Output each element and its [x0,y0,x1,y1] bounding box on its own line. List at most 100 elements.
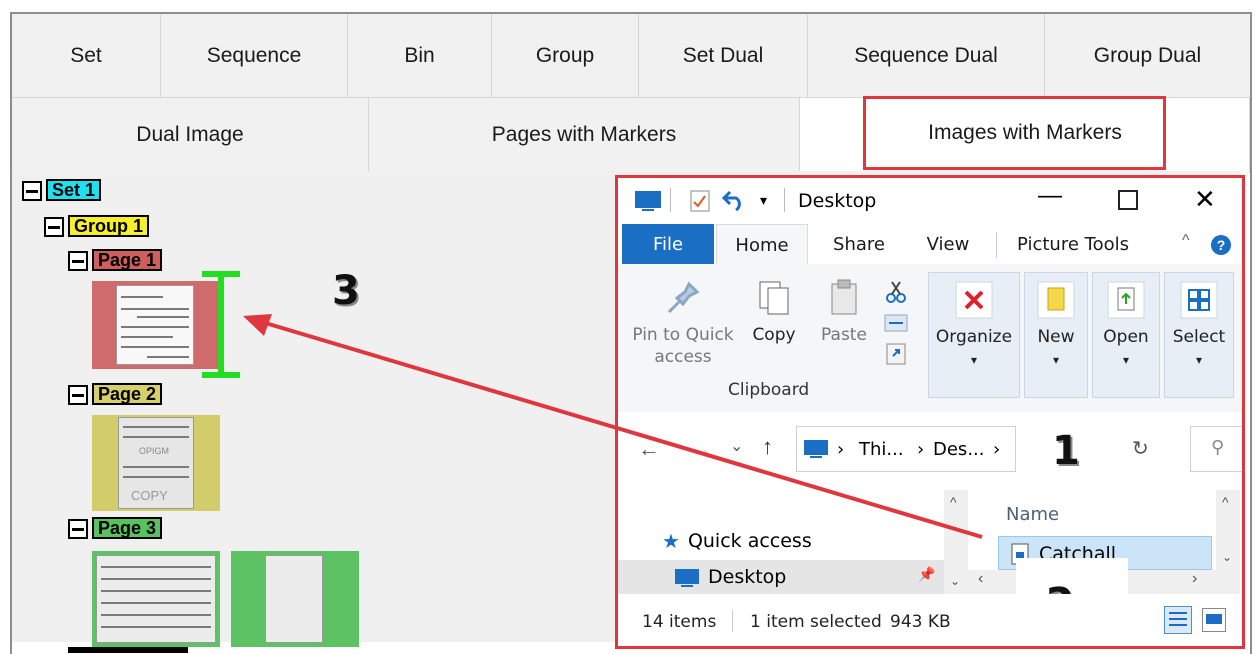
breadcrumb-this-pc[interactable]: Thi... [859,439,904,460]
close-button[interactable]: ✕ [1194,184,1216,215]
page3-document-image-1 [96,555,216,643]
status-item-count: 14 items [642,612,717,632]
star-icon: ★ [662,529,680,553]
nav-desktop-label: Desktop [708,566,787,588]
details-view-icon[interactable] [1164,606,1192,634]
file-list-scrollbar[interactable]: ^ ⌄ [1216,490,1240,594]
collapse-ribbon-icon[interactable]: ^ [1182,232,1190,250]
copy-label: Copy [752,325,796,345]
page2-watermark-1: OPIGM [139,446,170,456]
maximize-button[interactable] [1118,190,1138,210]
page1-document-image [116,285,194,365]
ribbon-tab-file[interactable]: File [622,224,714,264]
paste-shortcut-icon[interactable] [884,342,908,366]
tree-next-item [68,647,188,653]
open-label: Open [1103,327,1149,347]
help-icon[interactable]: ? [1210,234,1232,256]
status-size: 943 KB [890,612,951,632]
tab-bin[interactable]: Bin [348,14,492,98]
select-button[interactable]: Select ▾ [1164,280,1234,371]
undo-icon[interactable] [722,188,746,212]
delete-icon [955,281,993,319]
refresh-icon[interactable]: ↻ [1132,436,1149,461]
tab-sequence-dual[interactable]: Sequence Dual [808,14,1045,98]
status-bar: 14 items 1 item selected 943 KB [618,594,1242,646]
step-1-annotation: 1 [1052,428,1080,474]
quick-access-dropdown-icon[interactable]: ▾ [760,192,767,209]
column-header-name[interactable]: Name [1006,504,1059,525]
new-folder-icon [1037,281,1075,319]
tree-set-label[interactable]: Set 1 [46,179,102,201]
tree-page2-label[interactable]: Page 2 [92,383,163,405]
open-icon [1107,281,1145,319]
page2-thumbnail[interactable]: OPIGM COPY [92,415,220,511]
nav-scrollbar[interactable]: ^ ⌄ [944,490,968,594]
organize-button[interactable]: Organize ▾ [930,280,1018,371]
properties-icon[interactable] [690,190,710,212]
tab-group[interactable]: Group [492,14,639,98]
this-pc-icon [804,440,828,458]
up-arrow-icon[interactable]: ↑ [762,434,773,460]
search-box[interactable]: ⚲ [1190,426,1242,472]
paste-button[interactable]: Paste [812,278,876,346]
step-3-annotation: 3 [332,268,360,314]
ribbon-tab-share[interactable]: Share [814,224,904,264]
pin-quick-access-button[interactable]: Pin to Quick access [628,278,738,368]
breadcrumb-desktop[interactable]: Des... [933,439,984,460]
tab-group-dual[interactable]: Group Dual [1045,14,1250,98]
tab-set-dual[interactable]: Set Dual [639,14,808,98]
monitor-icon [635,191,661,211]
cut-icon[interactable] [884,280,908,304]
large-icons-view-icon[interactable] [1202,608,1226,632]
copy-button[interactable]: Copy [744,278,804,346]
ribbon-tab-home[interactable]: Home [716,224,808,265]
tree-group-label[interactable]: Group 1 [68,215,150,237]
page2-watermark-2: COPY [131,488,168,503]
address-bar[interactable]: › Thi... › Des... › [796,426,1016,472]
select-all-icon [1180,281,1218,319]
copy-path-icon[interactable] [884,314,908,332]
tab-sequence[interactable]: Sequence [161,14,348,98]
organize-label: Organize [935,327,1013,347]
tree-page1-label[interactable]: Page 1 [92,249,163,271]
step-1-callout: 1 [1016,412,1128,490]
pin-quick-access-label: Pin to Quick access [632,325,734,367]
collapse-group-toggle[interactable] [44,217,64,237]
window-title: Desktop [798,190,877,212]
svg-text:?: ? [1217,237,1226,253]
minimize-button[interactable]: — [1038,182,1062,210]
page2-document-image: OPIGM COPY [118,417,194,509]
file-explorer-window: ▾ Desktop — ✕ File Home Share View Pictu… [615,175,1245,649]
paste-label: Paste [821,325,867,345]
open-button[interactable]: Open ▾ [1092,280,1160,371]
tab-set[interactable]: Set [12,14,161,98]
page3-document-image-2 [265,555,323,643]
forward-arrow-icon[interactable]: → [690,436,712,462]
tab-dual-image[interactable]: Dual Image [12,98,369,173]
collapse-set-toggle[interactable] [22,181,42,201]
active-tab-highlight [863,96,1166,170]
collapse-page1-toggle[interactable] [68,251,88,271]
new-label: New [1037,327,1075,347]
nav-quick-access[interactable]: ★ Quick access [662,526,812,556]
ribbon-tabs: File Home Share View Picture Tools ^ ? [618,224,1242,265]
desktop-icon [675,569,699,587]
ribbon-tab-view[interactable]: View [908,224,988,264]
insert-bracket-marker [202,271,240,378]
clipboard-group-label: Clipboard [728,380,810,400]
tree-page3-label[interactable]: Page 3 [92,517,163,539]
nav-desktop[interactable]: Desktop 📌 [618,560,944,594]
search-icon: ⚲ [1211,437,1225,457]
pinned-icon: 📌 [918,566,936,582]
new-button[interactable]: New ▾ [1024,280,1088,371]
address-bar-row: ← → ⌄ ↑ › Thi... › Des... › 1 ↻ ⚲ [618,412,1242,490]
collapse-page3-toggle[interactable] [68,519,88,539]
page3-thumbnail-2[interactable] [231,551,359,647]
page3-thumbnail-1[interactable] [92,551,220,647]
navigation-pane: ★ Quick access Desktop 📌 ^ ⌄ [618,490,968,594]
collapse-page2-toggle[interactable] [68,385,88,405]
back-arrow-icon[interactable]: ← [638,436,660,462]
ribbon-tab-picture-tools[interactable]: Picture Tools [1004,224,1142,264]
recent-locations-icon[interactable]: ⌄ [730,436,743,456]
tab-pages-with-markers[interactable]: Pages with Markers [369,98,800,173]
